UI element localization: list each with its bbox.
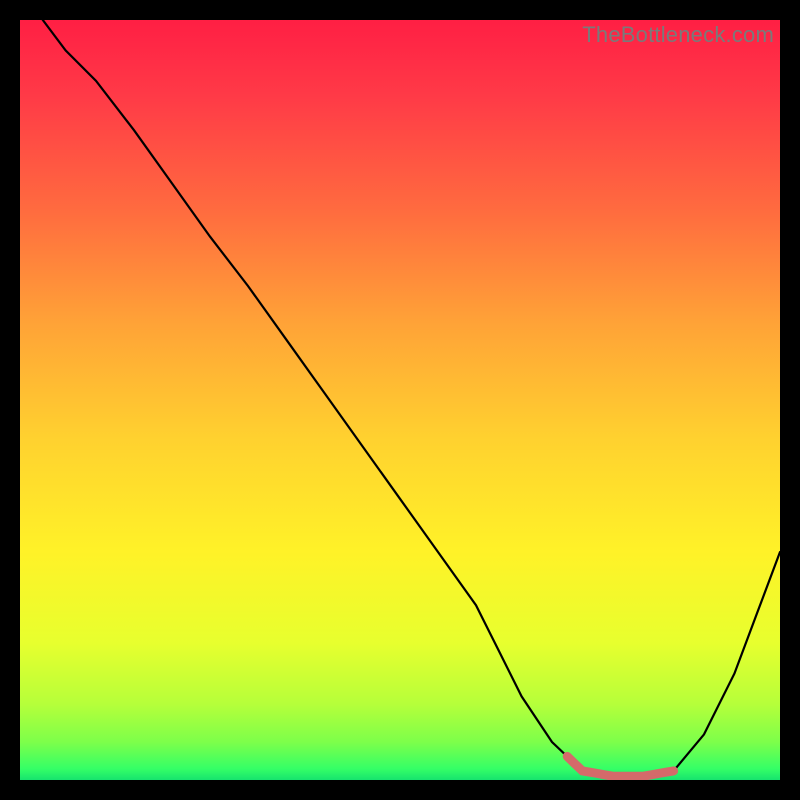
watermark-text: TheBottleneck.com <box>582 22 774 48</box>
bottleneck-chart <box>20 20 780 780</box>
gradient-background <box>20 20 780 780</box>
chart-frame: TheBottleneck.com <box>20 20 780 780</box>
